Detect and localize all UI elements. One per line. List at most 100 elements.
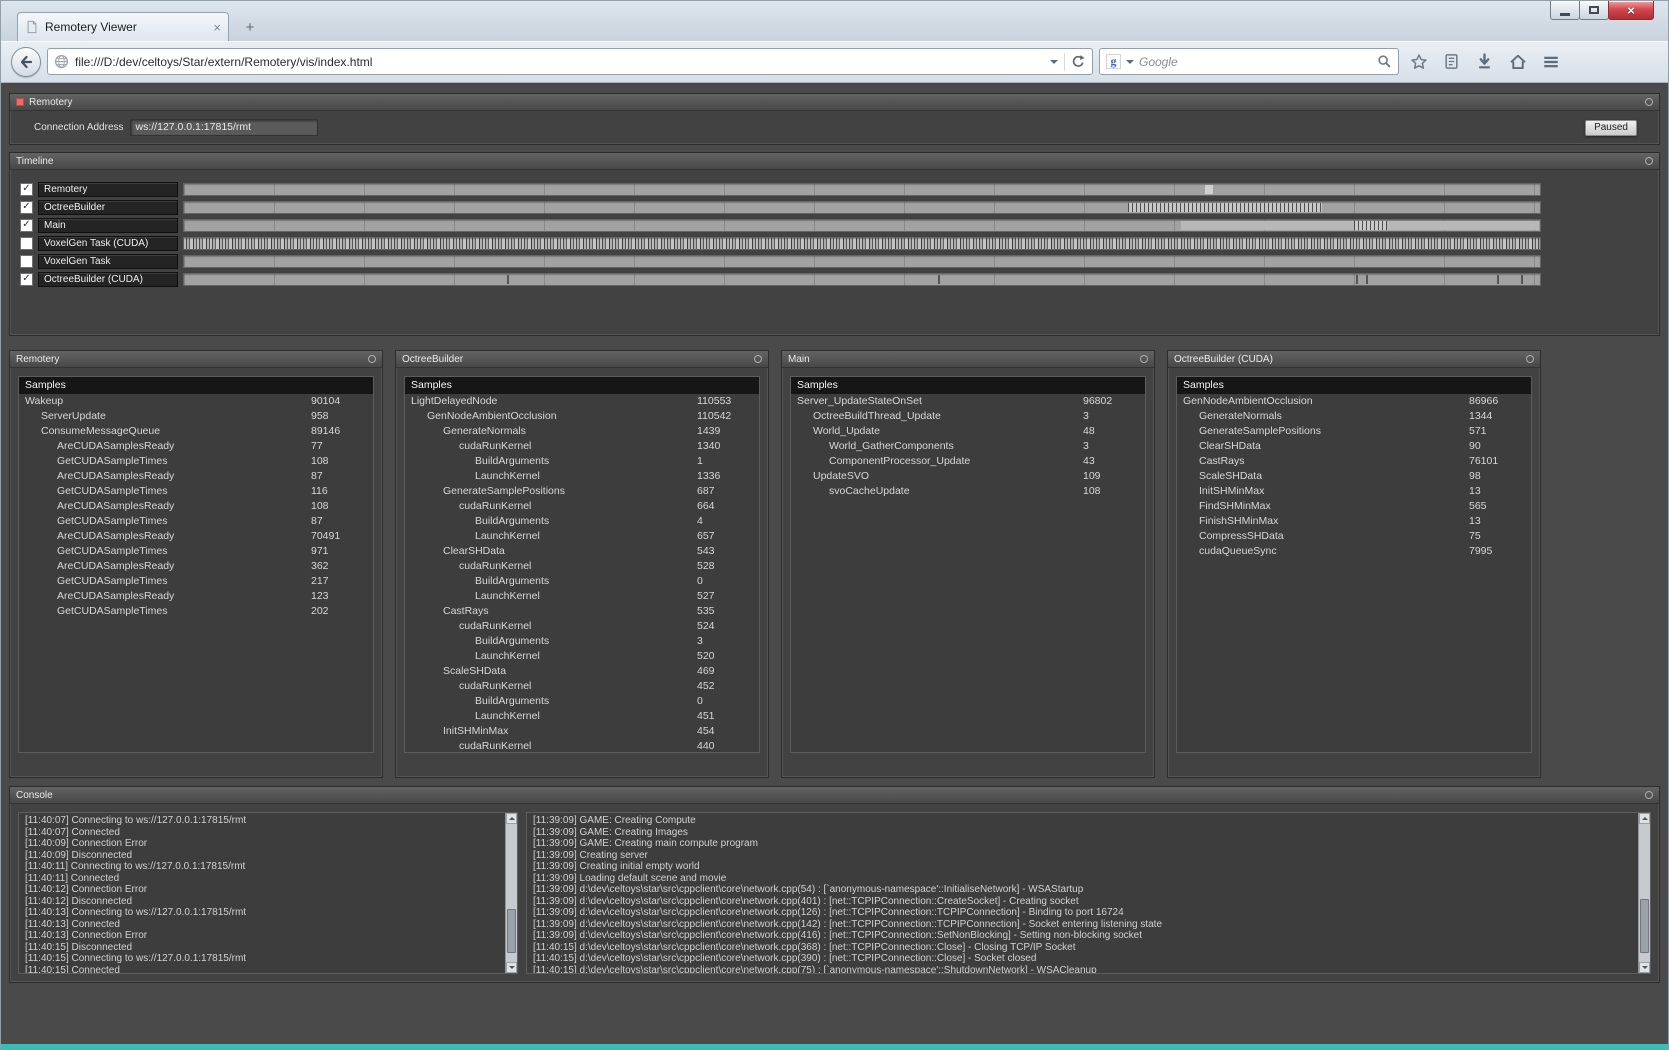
sample-row[interactable]: LaunchKernel 1336 <box>405 469 759 484</box>
sample-row[interactable]: AreCUDASamplesReady 362 <box>19 559 373 574</box>
sample-row[interactable]: cudaQueueSync 7995 <box>1177 544 1531 559</box>
search-engine-dropdown-icon[interactable] <box>1126 59 1134 68</box>
sample-row[interactable]: OctreeBuildThread_Update 3 <box>791 409 1145 424</box>
scroll-down-icon[interactable] <box>1639 962 1650 973</box>
timeline-row-checkbox[interactable] <box>20 254 33 268</box>
sample-row[interactable]: GenNodeAmbientOcclusion 110542 <box>405 409 759 424</box>
timeline-track[interactable] <box>183 254 1541 268</box>
browser-tab[interactable]: Remotery Viewer × <box>17 12 229 41</box>
sample-row[interactable]: ComponentProcessor_Update 43 <box>791 454 1145 469</box>
timeline-sample-block[interactable] <box>937 274 940 284</box>
sample-row[interactable]: BuildArguments 0 <box>405 574 759 589</box>
sample-row[interactable]: GenerateNormals 1344 <box>1177 409 1531 424</box>
sample-row[interactable]: BuildArguments 4 <box>405 514 759 529</box>
sample-row[interactable]: ServerUpdate 958 <box>19 409 373 424</box>
downloads-button[interactable] <box>1471 49 1498 74</box>
sample-row[interactable]: GetCUDASampleTimes 108 <box>19 454 373 469</box>
sample-row[interactable]: BuildArguments 1 <box>405 454 759 469</box>
search-input[interactable]: g Google <box>1099 48 1399 75</box>
timeline-sample-block[interactable] <box>1355 274 1358 284</box>
timeline-track[interactable] <box>183 236 1541 250</box>
sample-row[interactable]: cudaRunKernel 440 <box>405 739 759 752</box>
sample-row[interactable]: InitSHMinMax 454 <box>405 724 759 739</box>
timeline-row-checkbox[interactable] <box>20 236 33 250</box>
url-history-dropdown-icon[interactable] <box>1050 59 1058 68</box>
timeline-track[interactable] <box>183 218 1541 232</box>
scroll-down-icon[interactable] <box>506 962 517 973</box>
sample-row[interactable]: cudaRunKernel 664 <box>405 499 759 514</box>
sample-row[interactable]: GetCUDASampleTimes 971 <box>19 544 373 559</box>
sample-row[interactable]: AreCUDASamplesReady 70491 <box>19 529 373 544</box>
timeline-sample-block[interactable] <box>1127 202 1322 212</box>
sample-row[interactable]: LaunchKernel 657 <box>405 529 759 544</box>
sample-row[interactable]: GenerateSamplePositions 687 <box>405 484 759 499</box>
window-maximize-button[interactable] <box>1579 1 1609 20</box>
sample-row[interactable]: BuildArguments 0 <box>405 694 759 709</box>
scrollbar-thumb[interactable] <box>1640 899 1649 953</box>
sample-row[interactable]: GetCUDASampleTimes 217 <box>19 574 373 589</box>
window-close-button[interactable]: × <box>1608 1 1654 20</box>
console-right-scrollbar[interactable] <box>1638 813 1650 973</box>
sample-row[interactable]: FindSHMinMax 565 <box>1177 499 1531 514</box>
bookmarks-menu-button[interactable] <box>1438 49 1465 74</box>
sample-row[interactable]: GenNodeAmbientOcclusion 86966 <box>1177 394 1531 409</box>
home-button[interactable] <box>1504 49 1531 74</box>
sample-row[interactable]: FinishSHMinMax 13 <box>1177 514 1531 529</box>
timeline-track[interactable] <box>183 182 1541 196</box>
tab-close-icon[interactable]: × <box>213 21 221 34</box>
sample-row[interactable]: LaunchKernel 527 <box>405 589 759 604</box>
console-left-scrollbar[interactable] <box>505 813 517 973</box>
timeline-row-checkbox[interactable] <box>20 200 33 214</box>
sample-row[interactable]: Server_UpdateStateOnSet 96802 <box>791 394 1145 409</box>
sample-row[interactable]: ClearSHData 90 <box>1177 439 1531 454</box>
timeline-track[interactable] <box>183 200 1541 214</box>
console-connection-log[interactable]: [11:40:07] Connecting to ws://127.0.0.1:… <box>18 812 518 974</box>
sample-row[interactable]: cudaRunKernel 528 <box>405 559 759 574</box>
sample-row[interactable]: GenerateSamplePositions 571 <box>1177 424 1531 439</box>
timeline-sample-block[interactable] <box>1354 220 1387 230</box>
sample-row[interactable]: World_GatherComponents 3 <box>791 439 1145 454</box>
sample-row[interactable]: LaunchKernel 451 <box>405 709 759 724</box>
scroll-up-icon[interactable] <box>1639 813 1650 824</box>
timeline-sample-block[interactable] <box>1496 274 1499 284</box>
sample-row[interactable]: GetCUDASampleTimes 202 <box>19 604 373 619</box>
sample-row[interactable]: InitSHMinMax 13 <box>1177 484 1531 499</box>
new-tab-button[interactable]: + <box>237 16 263 38</box>
sample-row[interactable]: AreCUDASamplesReady 87 <box>19 469 373 484</box>
sample-row[interactable]: svoCacheUpdate 108 <box>791 484 1145 499</box>
sample-row[interactable]: BuildArguments 3 <box>405 634 759 649</box>
timeline-row-checkbox[interactable] <box>20 182 33 196</box>
sample-row[interactable]: ClearSHData 543 <box>405 544 759 559</box>
sample-row[interactable]: LaunchKernel 520 <box>405 649 759 664</box>
sample-row[interactable]: GenerateNormals 1439 <box>405 424 759 439</box>
timeline-sample-block[interactable] <box>506 274 509 284</box>
back-button[interactable] <box>11 46 41 77</box>
sample-row[interactable]: AreCUDASamplesReady 123 <box>19 589 373 604</box>
menu-button[interactable] <box>1537 49 1564 74</box>
sample-row[interactable]: GetCUDASampleTimes 87 <box>19 514 373 529</box>
timeline-sample-block[interactable] <box>1521 274 1524 284</box>
sample-row[interactable]: CastRays 76101 <box>1177 454 1531 469</box>
bookmark-star-button[interactable] <box>1405 49 1432 74</box>
timeline-track[interactable] <box>183 272 1541 286</box>
sample-row[interactable]: ConsumeMessageQueue 89146 <box>19 424 373 439</box>
scroll-up-icon[interactable] <box>506 813 517 824</box>
sample-row[interactable]: CastRays 535 <box>405 604 759 619</box>
sample-row[interactable]: Wakeup 90104 <box>19 394 373 409</box>
sample-row[interactable]: ScaleSHData 98 <box>1177 469 1531 484</box>
scrollbar-thumb[interactable] <box>507 909 516 953</box>
sample-row[interactable]: AreCUDASamplesReady 77 <box>19 439 373 454</box>
timeline-sample-block[interactable] <box>1205 184 1214 194</box>
sample-row[interactable]: LightDelayedNode 110553 <box>405 394 759 409</box>
timeline-row-checkbox[interactable] <box>20 218 33 232</box>
sample-row[interactable]: UpdateSVO 109 <box>791 469 1145 484</box>
search-magnifier-icon[interactable] <box>1377 54 1392 69</box>
search-engine-icon[interactable]: g <box>1106 54 1121 69</box>
timeline-sample-block[interactable] <box>1366 274 1369 284</box>
sample-row[interactable]: CompressSHData 75 <box>1177 529 1531 544</box>
console-application-log[interactable]: [11:39:09] GAME: Creating Compute [11:39:… <box>526 812 1651 974</box>
sample-row[interactable]: World_Update 48 <box>791 424 1145 439</box>
reload-icon[interactable] <box>1071 54 1086 69</box>
pause-button[interactable]: Paused <box>1585 119 1637 136</box>
sample-row[interactable]: cudaRunKernel 1340 <box>405 439 759 454</box>
